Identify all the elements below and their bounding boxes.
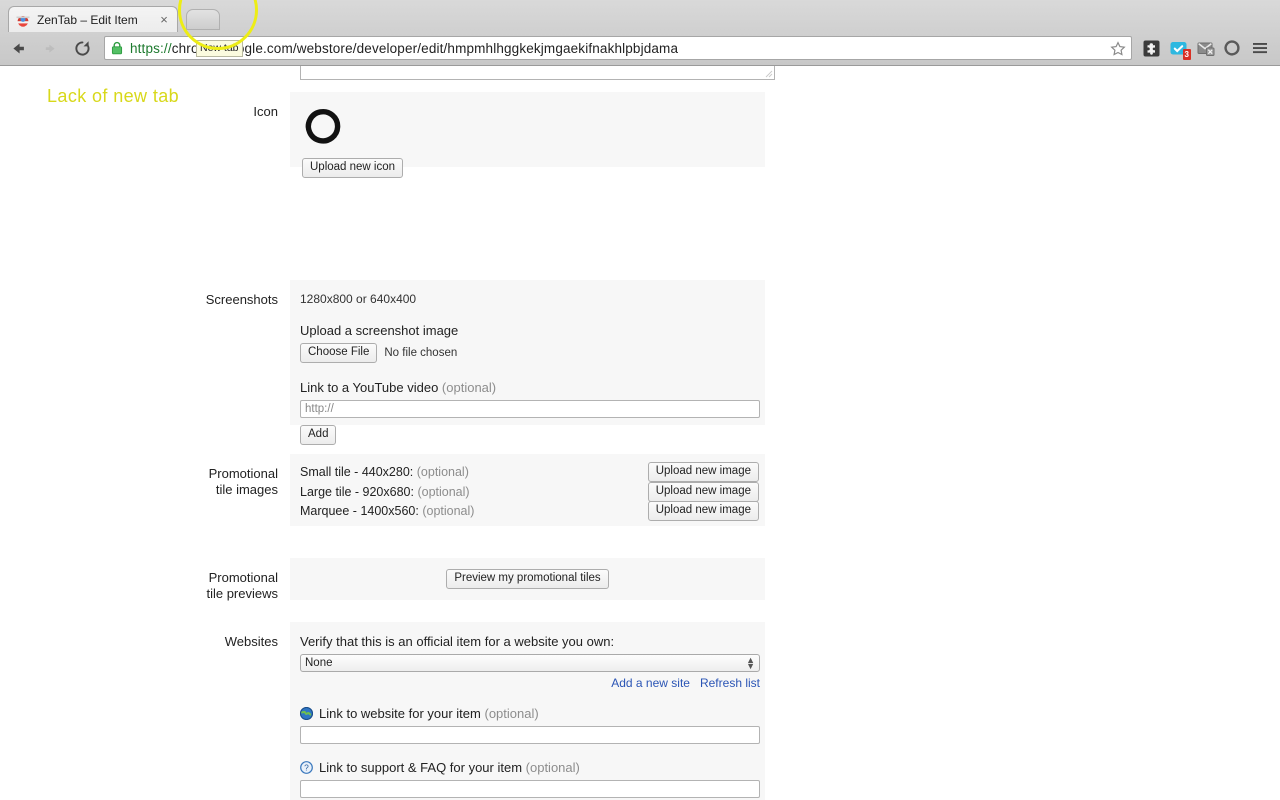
site-action-links: Add a new site Refresh list — [300, 676, 760, 690]
webstore-edit-item-form: Icon Upload new icon Screenshots 1280x80… — [0, 66, 1280, 800]
upload-new-icon-button[interactable]: Upload new icon — [302, 158, 404, 178]
tab-strip: ZenTab – Edit Item × — [0, 0, 1280, 32]
youtube-link-label-text: Link to a YouTube video — [300, 380, 439, 395]
form-row-promo-images: Promotional tile images Small tile - 440… — [0, 454, 1280, 526]
form-row-icon: Icon Upload new icon — [0, 92, 1280, 178]
support-url-input[interactable] — [300, 780, 760, 798]
form-row-promo-previews: Promotional tile previews Preview my pro… — [0, 558, 1280, 602]
upload-new-image-button-small-tile[interactable]: Upload new image — [647, 462, 759, 482]
globe-icon — [300, 707, 313, 720]
verified-site-select-value: None — [305, 657, 333, 669]
promo-small-tile-text: Small tile - 440x280: — [300, 465, 414, 479]
support-link-optional: (optional) — [525, 760, 580, 775]
back-arrow-icon[interactable] — [4, 34, 32, 62]
promo-marquee-text: Marquee - 1400x560: — [300, 504, 419, 518]
website-link-label: Link to website for your item (optional) — [319, 706, 539, 721]
chrome-webstore-favicon-icon — [15, 12, 31, 28]
form-row-screenshots: Screenshots 1280x800 or 640x400 Upload a… — [0, 280, 1280, 445]
website-url-input[interactable] — [300, 726, 760, 744]
screenshot-file-picker: Choose File No file chosen — [300, 343, 755, 363]
extensions-puzzle-icon[interactable] — [1138, 34, 1165, 62]
promo-small-tile-optional: (optional) — [416, 465, 469, 479]
zentab-ring-icon — [302, 104, 346, 148]
annotation-label: Lack of new tab — [47, 86, 180, 106]
promo-large-tile-text: Large tile - 920x680: — [300, 484, 414, 499]
website-link-row: Link to website for your item (optional) — [300, 706, 755, 721]
support-link-label: Link to support & FAQ for your item (opt… — [319, 760, 580, 775]
support-link-row: ? Link to support & FAQ for your item (o… — [300, 760, 755, 775]
promo-row-small-tile: Small tile - 440x280: (optional) Upload … — [300, 462, 759, 483]
preview-promotional-tiles-button[interactable]: Preview my promotional tiles — [446, 569, 609, 589]
row-label-websites: Websites — [224, 634, 278, 649]
verify-official-item-text: Verify that this is an official item for… — [300, 634, 615, 649]
add-a-new-site-link[interactable]: Add a new site — [611, 676, 690, 690]
website-link-optional: (optional) — [484, 706, 539, 721]
row-body-websites: Verify that this is an official item for… — [290, 622, 765, 800]
row-body-promo-previews: Preview my promotional tiles — [290, 558, 765, 600]
row-label-promo-previews: Promotional tile previews — [0, 558, 290, 602]
form-row-websites: Websites Verify that this is an official… — [0, 622, 1280, 800]
tab-title: ZenTab – Edit Item — [37, 12, 138, 27]
upload-screenshot-heading: Upload a screenshot image — [300, 323, 459, 338]
chevron-updown-icon: ▲ ▼ — [746, 655, 755, 671]
row-body-icon: Upload new icon — [290, 92, 765, 178]
upload-new-image-button-marquee[interactable]: Upload new image — [647, 501, 759, 521]
row-label-promo-previews-line2: tile previews — [206, 586, 278, 601]
upload-new-image-button-large-tile[interactable]: Upload new image — [647, 482, 759, 502]
badge-count: 3 — [1182, 49, 1191, 60]
row-label-promo-images: Promotional tile images — [0, 454, 290, 526]
browser-toolbar: https://chrome.google.com/webstore/devel… — [0, 31, 1280, 65]
promo-row-large-tile: Large tile - 920x680: (optional) Upload … — [300, 482, 759, 502]
row-body-screenshots: 1280x800 or 640x400 Upload a screenshot … — [290, 280, 765, 445]
reload-icon[interactable] — [68, 34, 96, 62]
youtube-optional-tag: (optional) — [441, 380, 497, 395]
chrome-menu-icon[interactable] — [1246, 34, 1273, 62]
url-scheme: https:// — [130, 40, 172, 56]
new-tab-tooltip: New tab — [196, 40, 243, 57]
svg-text:?: ? — [304, 763, 309, 773]
checkmark-extension-icon[interactable]: 3 — [1165, 34, 1192, 62]
row-label-promo-images-line2: tile images — [215, 482, 278, 497]
row-body-promo-images: Small tile - 440x280: (optional) Upload … — [290, 454, 765, 526]
forward-arrow-icon — [36, 34, 64, 62]
row-label-promo-previews-line1: Promotional — [208, 570, 278, 585]
screenshot-dimension-note: 1280x800 or 640x400 — [300, 292, 417, 306]
support-link-label-text: Link to support & FAQ for your item — [319, 760, 523, 775]
website-link-label-text: Link to website for your item — [319, 706, 481, 721]
browser-chrome: ZenTab – Edit Item × https://chrome.goog… — [0, 0, 1280, 66]
new-tab-button[interactable] — [186, 9, 220, 30]
verified-site-select[interactable]: None ▲ ▼ — [300, 654, 760, 672]
promo-large-tile-optional: (optional) — [417, 484, 470, 499]
description-textarea[interactable] — [300, 66, 775, 80]
file-status-text: No file chosen — [384, 347, 458, 359]
lock-icon — [111, 41, 123, 55]
row-label-screenshots: Screenshots — [205, 292, 278, 307]
close-icon[interactable]: × — [157, 13, 171, 27]
browser-tab-zentab-edit-item[interactable]: ZenTab – Edit Item × — [8, 6, 178, 32]
youtube-link-label: Link to a YouTube video (optional) — [300, 380, 755, 395]
refresh-list-link[interactable]: Refresh list — [700, 676, 760, 690]
promo-marquee-optional: (optional) — [422, 504, 475, 518]
add-youtube-button[interactable]: Add — [300, 425, 337, 445]
url-path: chrome.google.com/webstore/developer/edi… — [171, 40, 679, 56]
star-icon[interactable] — [1109, 40, 1127, 58]
help-question-icon: ? — [300, 761, 313, 774]
resize-handle-icon[interactable] — [765, 70, 773, 78]
envelope-extension-icon[interactable] — [1192, 34, 1219, 62]
promo-row-marquee: Marquee - 1400x560: (optional) Upload ne… — [300, 501, 759, 522]
row-label-promo-images-line1: Promotional — [208, 466, 278, 481]
choose-file-button[interactable]: Choose File — [300, 343, 378, 363]
address-bar[interactable]: https://chrome.google.com/webstore/devel… — [104, 36, 1132, 60]
zentab-ring-icon[interactable] — [1219, 34, 1246, 62]
youtube-url-input[interactable]: http:// — [300, 400, 760, 418]
